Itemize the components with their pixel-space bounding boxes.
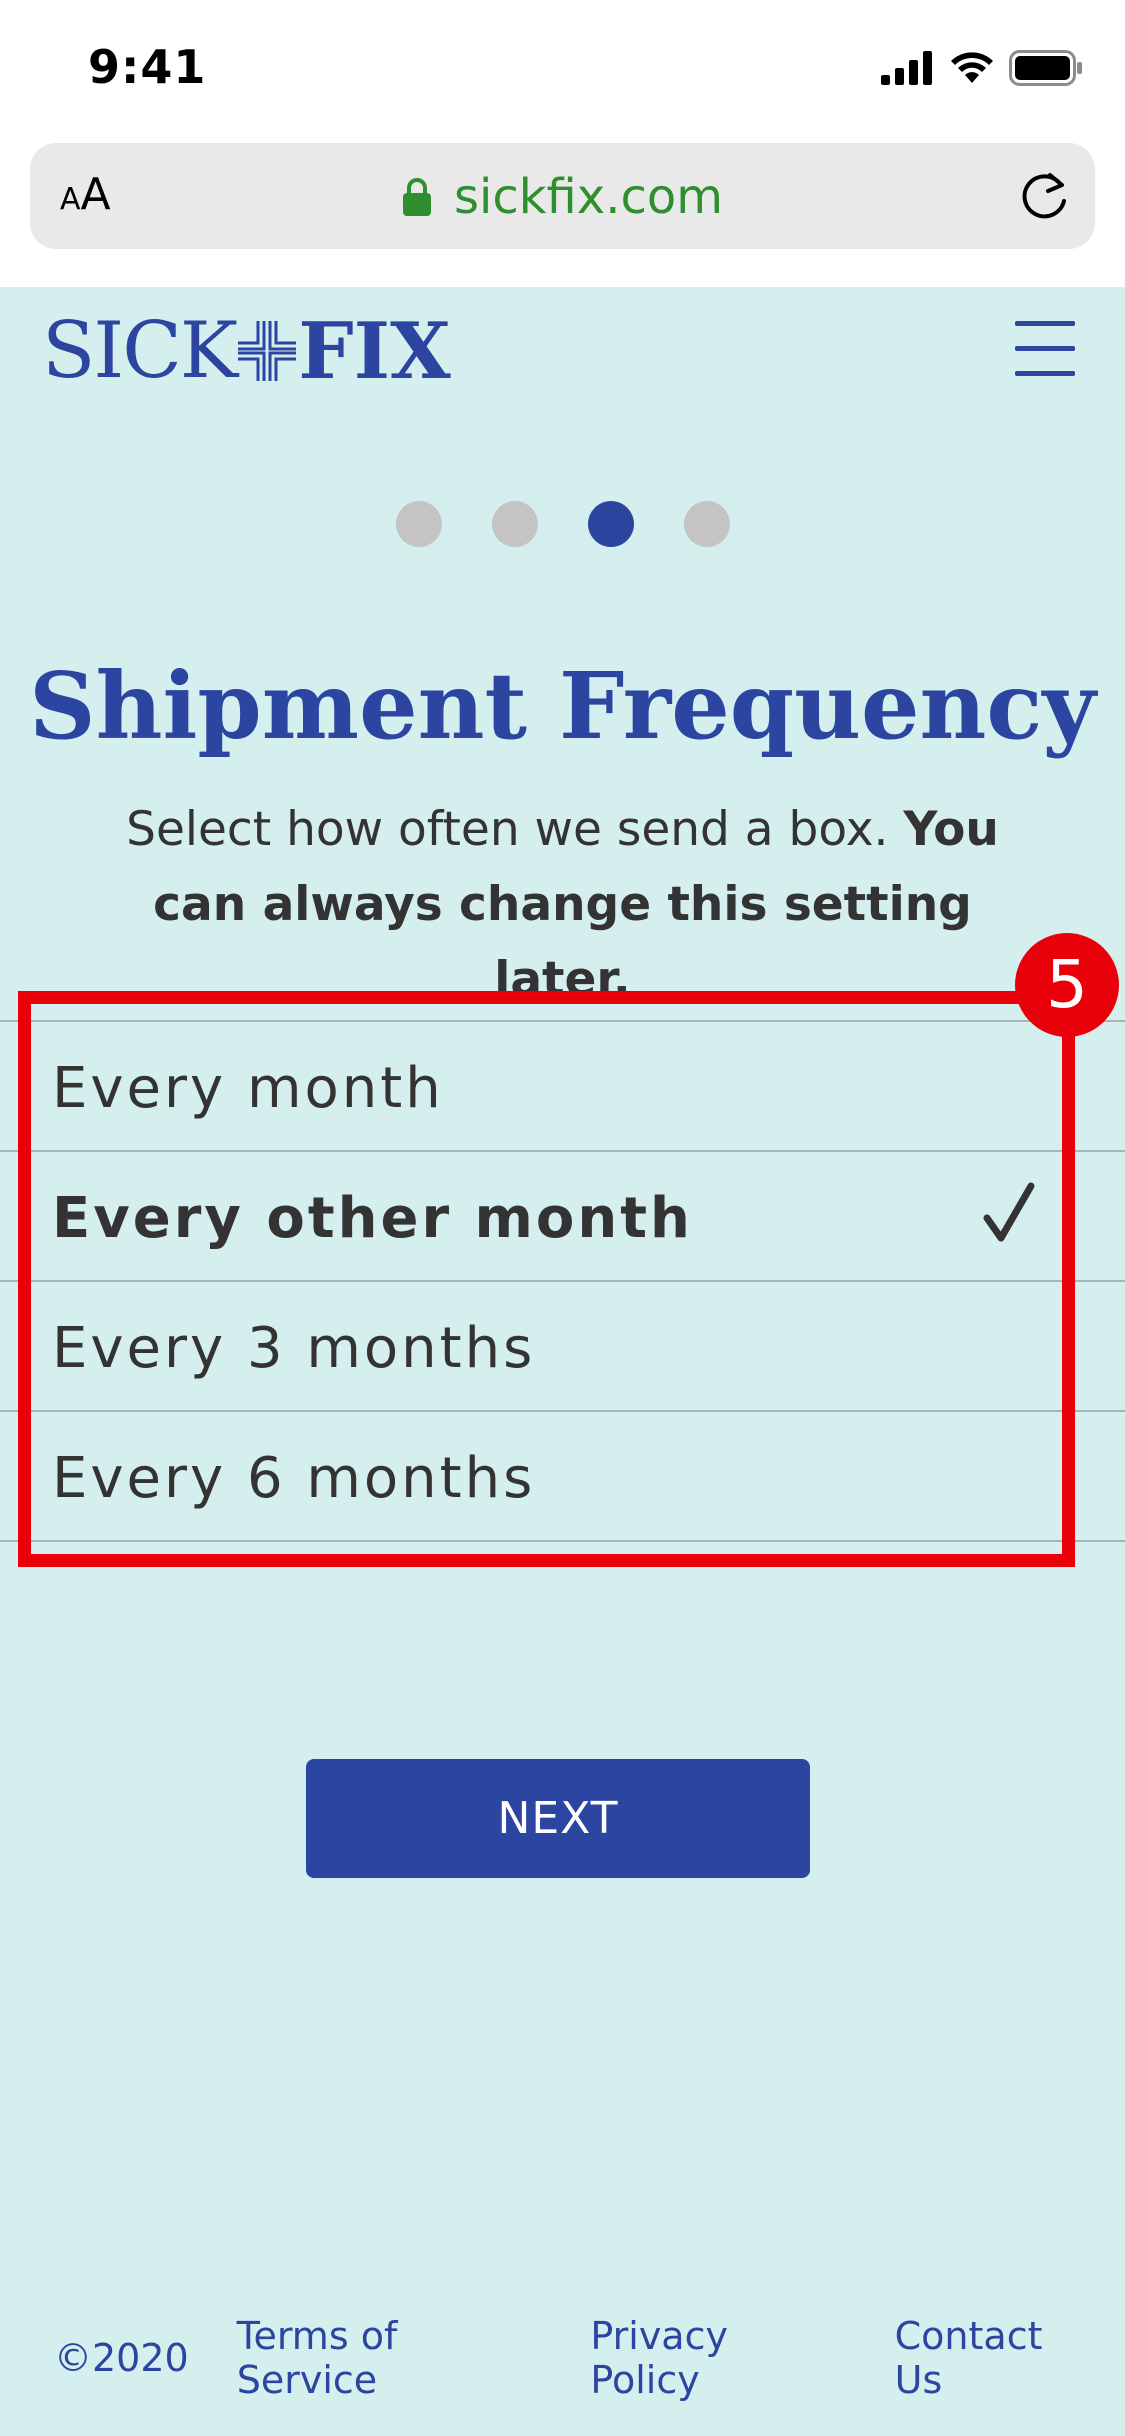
cross-logo-icon: [238, 321, 297, 381]
browser-address-bar[interactable]: AA sickfix.com: [30, 143, 1095, 249]
hamburger-menu-icon[interactable]: [1015, 321, 1075, 379]
wifi-icon: [951, 52, 993, 83]
page-subtitle: Select how often we send a box. You can …: [126, 802, 999, 1007]
progress-dot-current: [587, 501, 634, 547]
url-display[interactable]: sickfix.com: [30, 169, 1095, 225]
page-title: Shipment Frequency: [29, 652, 1096, 760]
privacy-policy-link[interactable]: Privacy Policy: [590, 2314, 826, 2402]
frequency-options: Every month Every other month Every 3 mo…: [0, 1020, 1125, 1542]
next-button[interactable]: NEXT: [306, 1759, 810, 1878]
frequency-option-every-month[interactable]: Every month: [0, 1020, 1125, 1150]
logo-text-sick: SICK: [42, 306, 238, 396]
frequency-option-every-other-month[interactable]: Every other month: [0, 1150, 1125, 1280]
terms-of-service-link[interactable]: Terms of Service: [237, 2314, 523, 2402]
progress-dot: [395, 501, 442, 547]
footer: ©2020 Terms of Service Privacy Policy Co…: [54, 2314, 1084, 2402]
logo-text-fix: FIX: [298, 305, 451, 397]
progress-dot: [491, 501, 538, 547]
url-text: sickfix.com: [454, 169, 723, 225]
page-content: SICK FIX Shipment Frequency Select how o…: [0, 287, 1125, 2436]
progress-dots: [0, 501, 1125, 547]
status-icons: [881, 48, 1083, 88]
status-time: 9:41: [88, 40, 207, 94]
progress-dot: [683, 501, 730, 547]
reload-icon[interactable]: [1017, 167, 1073, 225]
status-bar: 9:41: [0, 0, 1125, 135]
site-logo[interactable]: SICK FIX: [42, 306, 451, 397]
copyright-text: ©2020: [54, 2336, 189, 2380]
frequency-option-every-6-months[interactable]: Every 6 months: [0, 1410, 1125, 1542]
frequency-option-every-3-months[interactable]: Every 3 months: [0, 1280, 1125, 1410]
checkmark-icon: [983, 1182, 1035, 1242]
contact-us-link[interactable]: Contact Us: [895, 2314, 1084, 2402]
lock-icon: [403, 178, 432, 216]
annotation-badge: 5: [1015, 933, 1119, 1037]
cellular-signal-icon: [881, 51, 932, 85]
battery-icon: [1009, 50, 1082, 86]
